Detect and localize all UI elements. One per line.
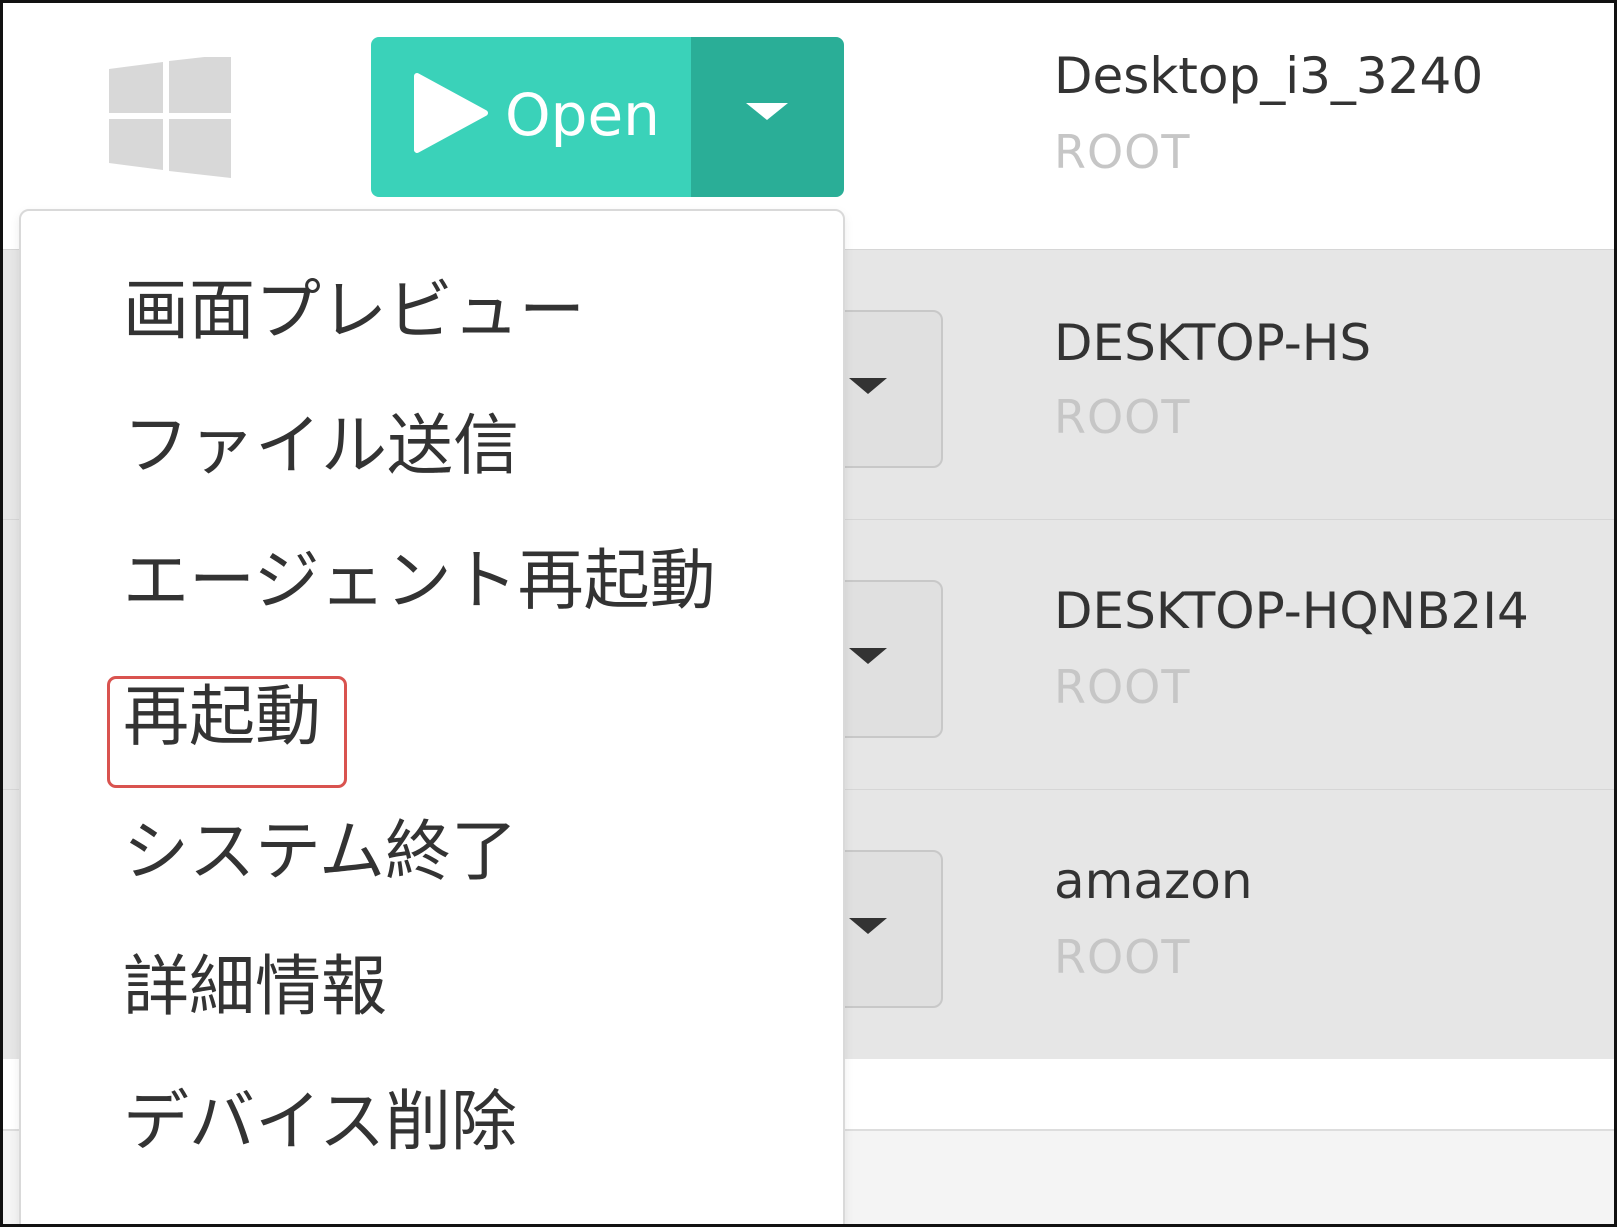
screenshot-frame: Open Desktop_i3_3240 ROOT DESKTOP-HS ROO…	[0, 0, 1617, 1227]
menu-item-delete-device[interactable]: デバイス削除	[123, 1082, 517, 1162]
device-name[interactable]: DESKTOP-HS	[1054, 314, 1371, 372]
device-action-menu: 画面プレビュー ファイル送信 エージェント再起動 再起動 システム終了 詳細情報…	[19, 209, 845, 1224]
open-button-label: Open	[505, 81, 660, 149]
caret-down-icon	[849, 918, 887, 934]
device-group: ROOT	[1054, 390, 1191, 444]
menu-item-shutdown[interactable]: システム終了	[123, 812, 517, 892]
device-group: ROOT	[1054, 125, 1191, 179]
menu-item-send-file[interactable]: ファイル送信	[123, 406, 519, 486]
device-group: ROOT	[1054, 660, 1191, 714]
play-icon	[414, 73, 488, 153]
device-name[interactable]: amazon	[1054, 852, 1253, 910]
menu-item-screen-preview[interactable]: 画面プレビュー	[123, 271, 585, 351]
open-button[interactable]: Open	[371, 37, 691, 197]
caret-down-icon	[849, 648, 887, 664]
caret-down-icon	[746, 103, 788, 120]
device-group: ROOT	[1054, 930, 1191, 984]
device-name[interactable]: DESKTOP-HQNB2I4	[1054, 582, 1529, 640]
open-dropdown-toggle[interactable]	[691, 37, 844, 197]
windows-logo-icon	[109, 57, 231, 178]
menu-item-details[interactable]: 詳細情報	[123, 947, 387, 1027]
open-split-button: Open	[371, 37, 844, 197]
caret-down-icon	[849, 378, 887, 394]
device-name[interactable]: Desktop_i3_3240	[1054, 47, 1483, 105]
menu-item-restart-agent[interactable]: エージェント再起動	[123, 541, 716, 621]
highlight-box	[107, 676, 347, 788]
